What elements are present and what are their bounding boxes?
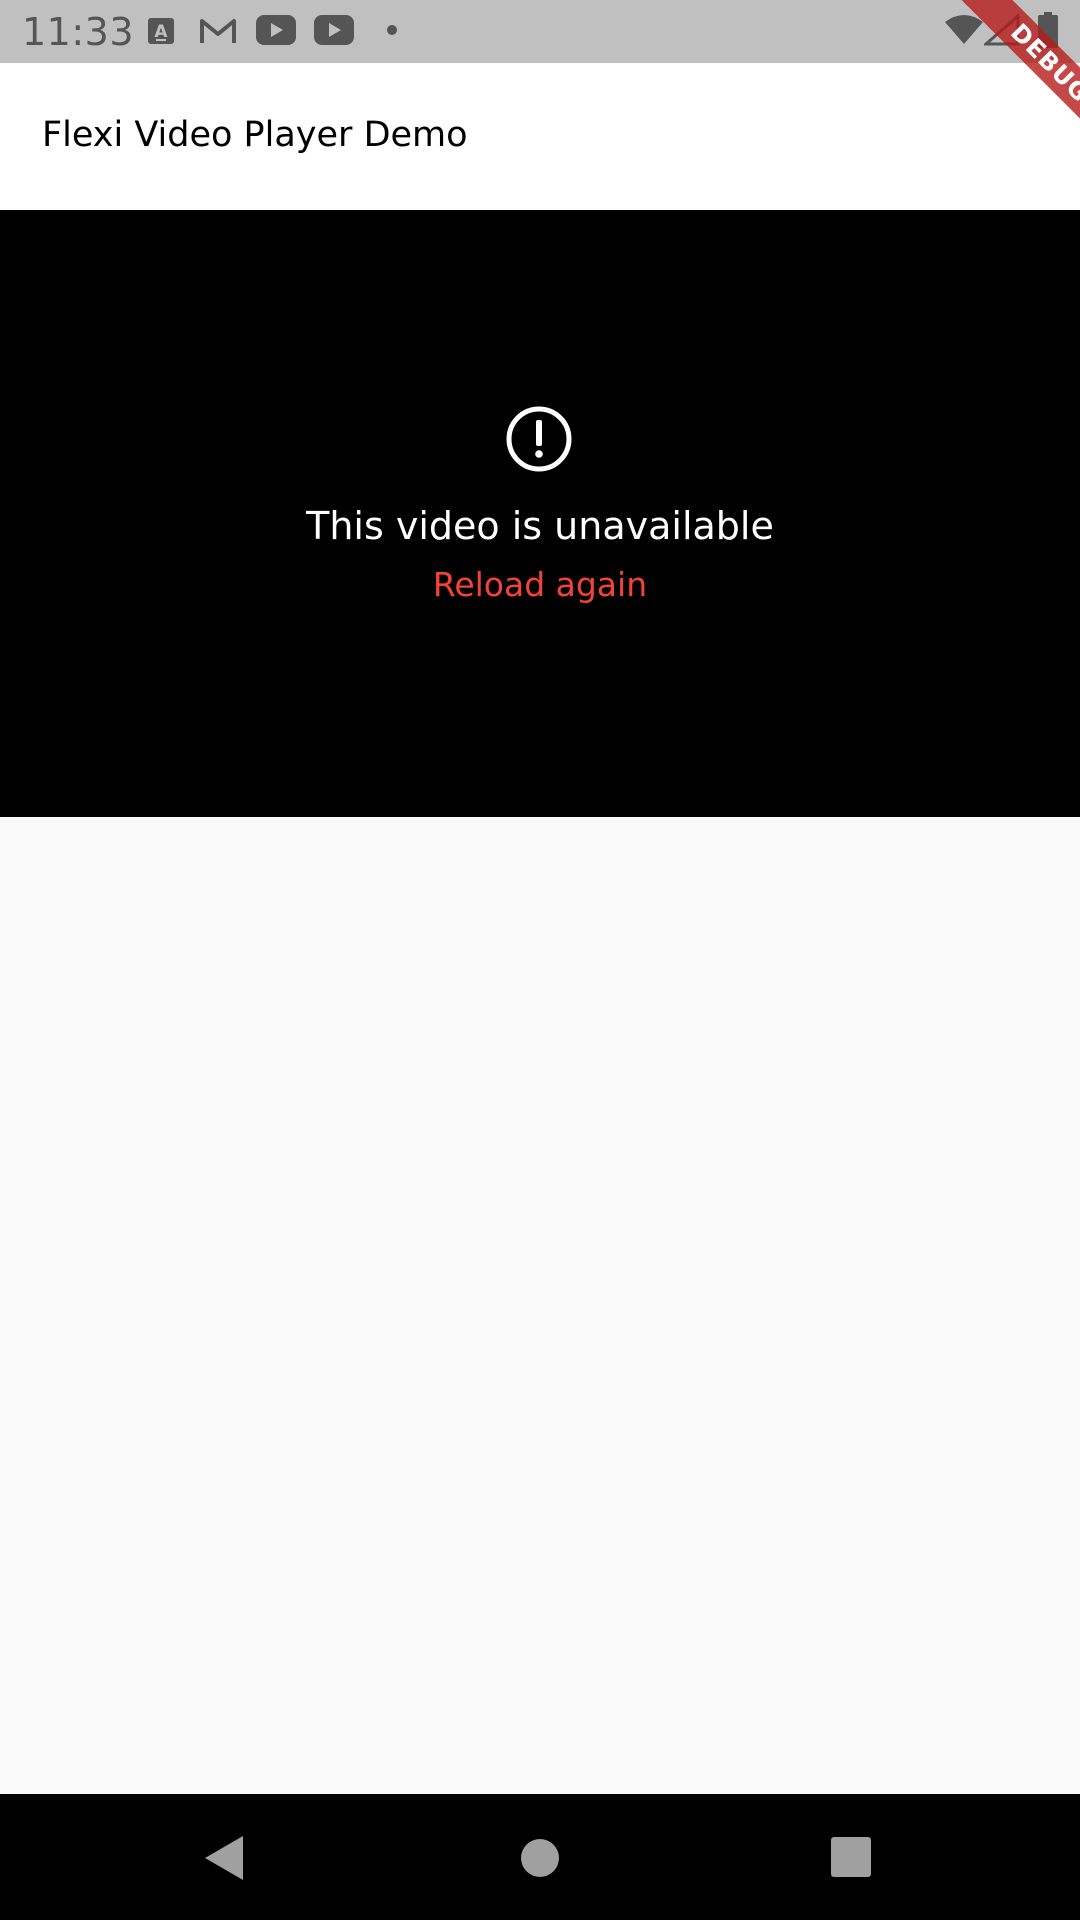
gmail-icon bbox=[200, 19, 236, 43]
navigation-bar bbox=[0, 1794, 1080, 1920]
battery-icon bbox=[1038, 12, 1058, 48]
status-time: 11:33 bbox=[22, 10, 135, 54]
status-bar: 11:33 A bbox=[0, 0, 1080, 63]
dot-icon bbox=[387, 25, 397, 35]
video-player[interactable]: This video is unavailable Reload again bbox=[0, 210, 1080, 817]
error-outline-icon bbox=[506, 406, 572, 472]
signal-icon bbox=[984, 14, 1020, 46]
home-icon[interactable] bbox=[520, 1838, 560, 1878]
font-download-icon: A bbox=[148, 18, 174, 44]
reload-button[interactable]: Reload again bbox=[415, 565, 665, 604]
app-title: Flexi Video Player Demo bbox=[42, 115, 468, 155]
content-area bbox=[0, 817, 1080, 1794]
app-bar: Flexi Video Player Demo bbox=[0, 63, 1080, 210]
back-icon[interactable] bbox=[205, 1836, 245, 1880]
youtube-icon bbox=[314, 15, 354, 45]
youtube-icon bbox=[256, 15, 296, 45]
recents-icon[interactable] bbox=[831, 1837, 871, 1877]
error-message: This video is unavailable bbox=[306, 504, 774, 548]
wifi-icon bbox=[945, 15, 983, 44]
